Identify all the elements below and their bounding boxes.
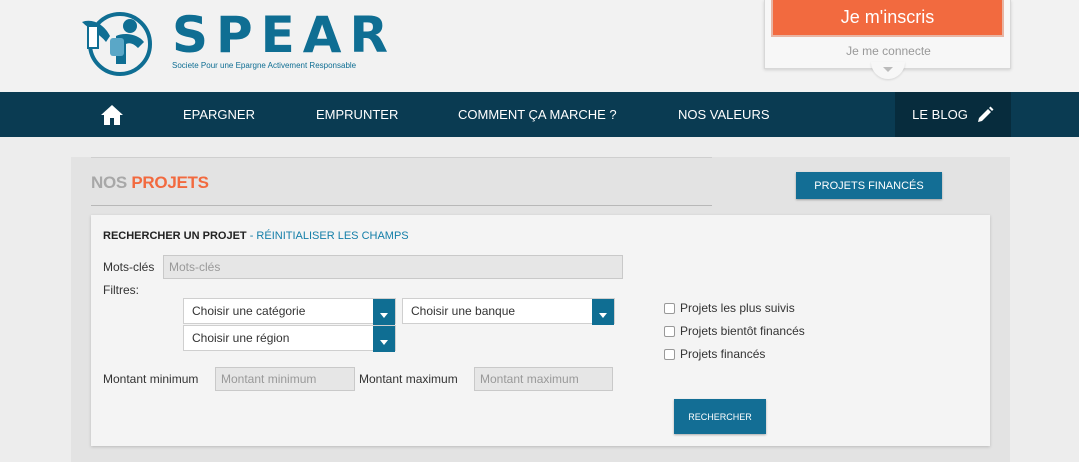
category-select[interactable]: Choisir une catégorie: [183, 298, 396, 325]
filters-label: Filtres:: [103, 283, 139, 297]
min-amount-label: Montant minimum: [103, 372, 199, 386]
divider: [91, 157, 712, 158]
nav-item-nos-valeurs[interactable]: NOS VALEURS: [678, 92, 770, 137]
checkbox-icon[interactable]: [664, 302, 675, 314]
max-amount-input[interactable]: Montant maximum: [474, 367, 613, 391]
home-icon[interactable]: [100, 104, 124, 126]
nav-item-blog[interactable]: LE BLOG: [895, 92, 1011, 137]
reset-fields-link[interactable]: RÉINITIALISER LES CHAMPS: [256, 230, 408, 242]
brand-name[interactable]: SPEAR: [172, 10, 396, 60]
bank-select[interactable]: Choisir une banque: [402, 298, 615, 325]
min-amount-input[interactable]: Montant minimum: [215, 367, 355, 391]
title-underline: [91, 205, 712, 206]
region-select[interactable]: Choisir une région: [183, 325, 396, 352]
logo-icon[interactable]: [72, 8, 162, 78]
nav-blog-label: LE BLOG: [912, 107, 968, 122]
checkbox-label: Projets financés: [680, 347, 766, 361]
region-select-value: Choisir une région: [192, 331, 290, 345]
checkbox-label: Projets bientôt financés: [680, 324, 805, 338]
dropdown-arrow-icon[interactable]: [373, 299, 395, 325]
keywords-input[interactable]: Mots-clés: [163, 255, 623, 279]
checkbox-label: Projets les plus suivis: [680, 301, 795, 315]
dropdown-arrow-icon[interactable]: [373, 326, 395, 352]
funded-projects-button[interactable]: PROJETS FINANCÉS: [796, 172, 942, 199]
signup-button[interactable]: Je m'inscris: [771, 0, 1004, 37]
checkbox-icon[interactable]: [664, 325, 675, 337]
chevron-down-icon: [883, 67, 893, 72]
keywords-label: Mots-clés: [103, 260, 155, 274]
dropdown-arrow-icon[interactable]: [592, 299, 614, 325]
checkbox-funded[interactable]: Projets financés: [664, 347, 765, 361]
nav-item-emprunter[interactable]: EMPRUNTER: [316, 92, 398, 137]
page-title: NOS PROJETS: [91, 173, 209, 193]
nav-item-comment-ca-marche[interactable]: COMMENT ÇA MARCHE ?: [458, 92, 617, 137]
brand-tagline: Societe Pour une Epargne Activement Resp…: [172, 61, 357, 70]
checkbox-soon-funded[interactable]: Projets bientôt financés: [664, 324, 805, 338]
page-title-highlight: PROJETS: [131, 173, 209, 192]
checkbox-most-followed[interactable]: Projets les plus suivis: [664, 301, 795, 315]
search-button[interactable]: RECHERCHER: [674, 399, 766, 434]
pencil-icon: [977, 106, 994, 122]
bank-select-value: Choisir une banque: [411, 304, 516, 318]
category-select-value: Choisir une catégorie: [192, 304, 306, 318]
search-heading: RECHERCHER UN PROJET - RÉINITIALISER LES…: [103, 230, 409, 242]
search-heading-separator: -: [246, 230, 257, 242]
account-box: Je m'inscris Je me connecte: [764, 0, 1011, 69]
max-amount-label: Montant maximum: [359, 372, 458, 386]
page-title-prefix: NOS: [91, 173, 127, 192]
checkbox-icon[interactable]: [664, 348, 675, 360]
search-heading-title: RECHERCHER UN PROJET: [103, 230, 247, 242]
login-link[interactable]: Je me connecte: [765, 44, 1012, 58]
nav-item-epargner[interactable]: EPARGNER: [183, 92, 255, 137]
main-navbar: EPARGNER EMPRUNTER COMMENT ÇA MARCHE ? N…: [0, 92, 1079, 137]
